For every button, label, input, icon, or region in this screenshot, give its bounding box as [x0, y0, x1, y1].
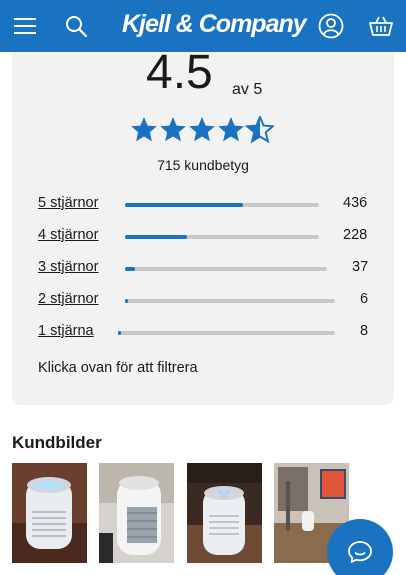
chat-button[interactable]	[327, 519, 393, 575]
rating-row-count: 228	[343, 227, 368, 243]
rating-row-label[interactable]: 3 stjärnor	[38, 259, 98, 275]
site-header: Kjell & Company	[0, 0, 406, 52]
rating-bar-fill	[118, 331, 121, 335]
star-rating	[130, 116, 274, 144]
rating-bar-track	[125, 203, 319, 207]
rating-row-label[interactable]: 2 stjärnor	[38, 291, 98, 307]
customer-photo-3[interactable]	[187, 463, 262, 563]
rating-bar-fill	[125, 235, 188, 239]
rating-row-count: 37	[352, 259, 369, 275]
rating-row-label[interactable]: 4 stjärnor	[38, 227, 98, 243]
rating-bar-track	[125, 267, 327, 271]
star-icons	[131, 116, 274, 143]
rating-row-3[interactable]: 3 stjärnor 37	[0, 259, 406, 279]
rating-row-2[interactable]: 2 stjärnor 6	[0, 291, 406, 311]
rating-row-count: 8	[360, 323, 369, 339]
rating-bar-fill	[125, 267, 136, 271]
score-out-of: av 5	[232, 81, 263, 98]
rating-row-4[interactable]: 4 stjärnor 228	[0, 227, 406, 247]
kjell-company-logo[interactable]: Kjell & Company	[122, 10, 307, 39]
rating-row-count: 6	[360, 291, 369, 307]
rating-bar-fill	[125, 299, 128, 303]
chat-bubble-icon	[348, 541, 372, 563]
rating-bar-track	[125, 299, 335, 303]
filter-hint: Klicka ovan för att filtrera	[38, 360, 198, 376]
hamburger-menu-icon[interactable]	[10, 0, 40, 52]
search-icon[interactable]	[62, 0, 90, 52]
average-score: 4.5	[146, 46, 213, 99]
rating-row-1[interactable]: 1 stjärna 8	[0, 323, 406, 343]
user-account-icon[interactable]	[317, 0, 345, 52]
shopping-basket-icon[interactable]	[366, 0, 396, 52]
rating-count: 715 kundbetyg	[157, 157, 249, 173]
rating-bar-track	[125, 235, 319, 239]
customer-photo-2[interactable]	[99, 463, 174, 563]
customer-images-title: Kundbilder	[12, 433, 102, 452]
rating-bar-fill	[125, 203, 244, 207]
rating-row-5[interactable]: 5 stjärnor 436	[0, 195, 406, 215]
rating-bar-track	[118, 331, 335, 335]
rating-row-count: 436	[343, 195, 368, 211]
rating-row-label[interactable]: 5 stjärnor	[38, 195, 98, 211]
rating-row-label[interactable]: 1 stjärna	[38, 323, 94, 339]
customer-photo-1[interactable]	[12, 463, 87, 563]
